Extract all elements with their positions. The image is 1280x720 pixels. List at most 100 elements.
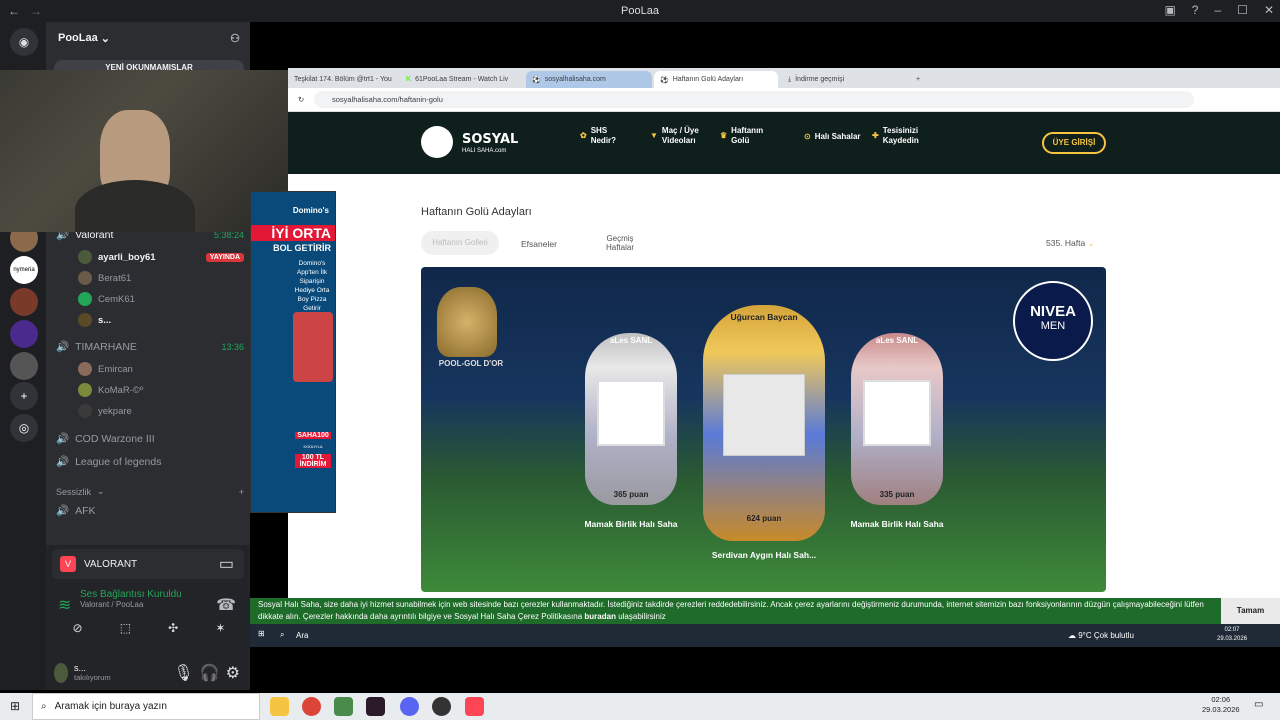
site-favicon-icon: ⚽ — [532, 76, 541, 84]
browser-tab[interactable]: Teşkilat 174. Bölüm @trt1 - You — [288, 71, 400, 88]
voice-channel[interactable]: 🔊 AFK — [56, 504, 244, 518]
avatar — [78, 313, 92, 327]
site-logo-icon[interactable] — [421, 126, 453, 158]
gear-icon[interactable]: ⚙ — [226, 663, 240, 683]
server-icon[interactable] — [10, 288, 38, 316]
nav-videos[interactable]: ▼ Maç / Üye Videoları — [650, 126, 712, 146]
nav-label: Haftanın Golü — [731, 126, 764, 145]
candidate-photo[interactable] — [597, 380, 665, 446]
dominos-ad[interactable]: Domino's İYİ ORTA BOL GETİRİR Domino's A… — [250, 191, 336, 513]
voice-user[interactable]: ayarli_boy61 YAYINDA — [78, 250, 244, 264]
avatar[interactable] — [54, 662, 68, 683]
chrome-icon[interactable] — [302, 697, 321, 716]
site-logo-text[interactable]: SOSYAL — [462, 132, 518, 147]
trophy-icon: ♛ — [720, 131, 728, 140]
cookie-link[interactable]: buradan — [584, 612, 616, 621]
voice-user[interactable]: KoMaR-©º — [78, 383, 244, 397]
headphones-icon[interactable]: 🎧 — [200, 663, 220, 683]
server-icon[interactable] — [10, 320, 38, 348]
back-arrow-icon[interactable]: ← — [8, 4, 20, 18]
voice-channel[interactable]: 🔊 League of legends — [56, 455, 244, 469]
activity-card[interactable]: V VALORANT ▭ — [52, 549, 244, 579]
voice-user[interactable]: s... — [78, 313, 244, 327]
screen-icon[interactable]: ▭ — [219, 554, 234, 574]
forward-arrow-icon[interactable]: → — [30, 4, 42, 18]
discord-icon[interactable] — [400, 697, 419, 716]
tab-goals[interactable]: Haftanın Golleri — [421, 231, 499, 255]
soundboard-icon[interactable]: ✶ — [215, 621, 225, 635]
add-channel-icon[interactable]: + — [239, 487, 244, 497]
inbox-icon[interactable]: ▣ — [1164, 3, 1175, 17]
kick-icon: K — [406, 76, 412, 83]
voice-user[interactable]: CemK61 — [78, 292, 244, 306]
voice-channel[interactable]: 🔊 COD Warzone III — [56, 432, 244, 446]
webcam-overlay — [0, 70, 288, 232]
nav-pitches[interactable]: ⊙ Halı Sahalar — [804, 132, 861, 142]
channel-name: TIMARHANE — [75, 340, 137, 353]
user-name: CemK61 — [98, 293, 135, 305]
tab-past-weeks[interactable]: Geçmiş Haftalar — [600, 234, 640, 252]
disconnect-icon[interactable]: ☎ — [216, 595, 236, 615]
login-button[interactable]: ÜYE GİRİŞİ — [1042, 132, 1106, 154]
notification-icon[interactable]: ▭ — [1254, 699, 1263, 710]
browser-tab-active[interactable]: ⚽ Haftanın Golü Adayları — [654, 71, 778, 88]
candidate-photo[interactable] — [863, 380, 931, 446]
clock[interactable]: 02:06 29.03.2026 — [1202, 695, 1240, 715]
minimize-button[interactable]: – — [1214, 3, 1221, 17]
windows-start-icon[interactable]: ⊞ — [258, 629, 265, 638]
windows-start-icon[interactable]: ⊞ — [10, 699, 20, 713]
voice-channel[interactable]: 🔊 TIMARHANE 13:36 — [56, 340, 244, 354]
maximize-button[interactable]: ☐ — [1237, 3, 1248, 17]
site-logo-sub: HALI SAHA.com — [462, 148, 507, 154]
close-button[interactable]: ✕ — [1264, 3, 1274, 17]
clock[interactable]: 02:07 29.03.2026 — [1217, 626, 1247, 644]
cookie-accept-button[interactable]: Tamam — [1221, 598, 1280, 624]
server-icon[interactable]: nymeria — [10, 256, 38, 284]
camera-off-icon[interactable]: ⊘ — [73, 621, 83, 635]
taskbar-search[interactable]: ⌕ Aramak için buraya yazın — [32, 693, 260, 720]
file-explorer-icon[interactable] — [270, 697, 289, 716]
explore-icon[interactable]: ◎ — [10, 414, 38, 442]
nav-register[interactable]: ✚ Tesisinizi Kaydedin — [872, 126, 929, 146]
help-icon[interactable]: ? — [1192, 3, 1199, 17]
activities-icon[interactable]: ✣ — [168, 621, 178, 635]
tab-legends[interactable]: Efsaneler — [521, 239, 557, 249]
microphone-icon[interactable]: 🎙 — [173, 663, 193, 683]
nav-shs[interactable]: ✿ SHS Nedir? — [580, 126, 625, 146]
candidate-photo[interactable] — [723, 374, 805, 456]
channel-name: COD Warzone III — [75, 432, 155, 445]
browser-tab[interactable]: ⚽ sosyalhalisaha.com — [526, 71, 652, 88]
ad-headline2: BOL GETİRİR — [273, 243, 331, 253]
voice-user[interactable]: yekpare — [78, 404, 244, 418]
discord-home-icon[interactable]: ◉ — [10, 28, 38, 56]
valorant-icon[interactable] — [465, 697, 484, 716]
search-icon[interactable]: ⌕ — [280, 630, 284, 640]
new-tab-button[interactable]: + — [910, 71, 926, 88]
browser-tab[interactable]: K 61PooLaa Stream - Watch Liv — [400, 71, 526, 88]
url-field[interactable]: sosyalhalisaha.com/haftanin-golu — [314, 91, 1194, 108]
category-name: Sessizlik — [56, 486, 92, 497]
ad-headline: İYİ ORTA — [251, 225, 335, 241]
app-icon[interactable] — [366, 697, 385, 716]
guild-header[interactable]: PooLaa ⌄ ⚇ — [46, 22, 250, 54]
voice-panel: V VALORANT ▭ Ses Bağlantısı Kuruldu Valoran… — [46, 545, 250, 690]
user-name: KoMaR-©º — [98, 384, 144, 396]
weather-widget[interactable]: ☁ 9°C Çok bulutlu — [1068, 631, 1134, 640]
category-header[interactable]: Sessizlik ⌄ + — [56, 486, 244, 497]
week-select[interactable]: 535. Hafta ⌄ — [1046, 238, 1095, 249]
app-icon[interactable] — [432, 697, 451, 716]
browser-tab[interactable]: ⤓ İndirme geçmişi — [782, 71, 906, 88]
server-icon[interactable] — [10, 352, 38, 380]
screen-share-icon[interactable]: ⬚ — [120, 621, 131, 635]
search-label[interactable]: Ara — [296, 631, 308, 640]
add-server-icon[interactable]: + — [10, 382, 38, 410]
voice-user[interactable]: Emircan — [78, 362, 244, 376]
ad-body: Domino's App'ten İlk Siparişin Hediye Or… — [294, 260, 330, 312]
site-header: SOSYAL HALI SAHA.com ✿ SHS Nedir? ▼ Maç / … — [288, 112, 1280, 174]
voice-user[interactable]: Berat61 — [78, 271, 244, 285]
cookie-text: Sosyal Halı Saha, size daha iyi hizmet s… — [258, 600, 1204, 621]
nav-goal-of-week[interactable]: ♛ Haftanın Golü — [720, 126, 771, 146]
reload-icon[interactable]: ↻ — [298, 95, 304, 104]
add-member-icon[interactable]: ⚇ — [230, 32, 240, 45]
app-icon[interactable] — [334, 697, 353, 716]
